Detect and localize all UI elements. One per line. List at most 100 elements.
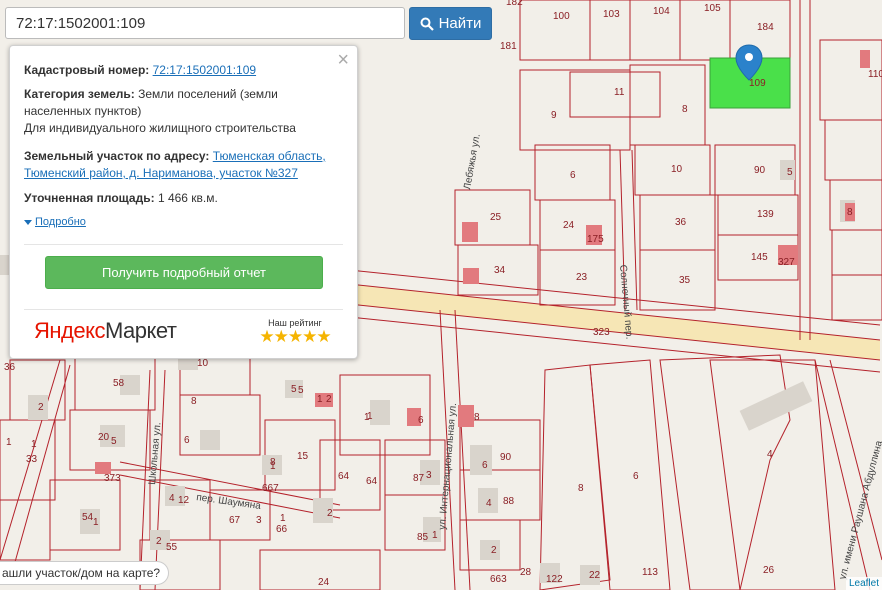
parcel-label: 55 — [166, 542, 178, 553]
parcel-label: 20 — [98, 432, 110, 443]
area-row: Уточненная площадь: 1 466 кв.м. — [24, 190, 344, 207]
parcel-label: 90 — [500, 452, 512, 463]
parcel-label: 1 — [432, 530, 438, 541]
parcel-label: 1 — [317, 394, 323, 405]
parcel-label: 24 — [318, 577, 330, 588]
parcel-label: 2 — [491, 545, 497, 556]
parcel-label: 23 — [576, 272, 588, 283]
parcel-info-popup: × Кадастровый номер: 72:17:1502001:109 К… — [9, 45, 358, 359]
parcel-label: 64 — [366, 476, 378, 487]
parcel-label: 8 — [474, 412, 480, 423]
cadastre-link[interactable]: 72:17:1502001:109 — [153, 63, 256, 77]
parcel-label: 105 — [704, 3, 721, 14]
parcel-label: 667 — [262, 483, 279, 494]
parcel-label: 122 — [546, 574, 563, 585]
category-row: Категория земель: Земли поселений (земли… — [24, 86, 344, 137]
parcel-label: 6 — [418, 415, 424, 426]
parcel-label: 3 — [426, 470, 432, 481]
parcel-label: 327 — [778, 257, 795, 268]
parcel-label: 181 — [500, 41, 517, 52]
divider — [24, 309, 343, 310]
parcel-label: 33 — [26, 454, 38, 465]
search-button[interactable]: Найти — [409, 7, 492, 40]
parcel-label: 373 — [104, 473, 121, 484]
parcel-label: 103 — [603, 9, 620, 20]
search-icon — [420, 17, 434, 31]
parcel-label: 8 — [847, 207, 853, 218]
parcel-label: 1 — [367, 411, 373, 422]
parcel-label: 67 — [229, 515, 241, 526]
parcel-label: 15 — [297, 451, 309, 462]
search-input[interactable] — [6, 8, 404, 38]
more-toggle[interactable]: Подробно — [24, 216, 86, 228]
triangle-down-icon — [24, 219, 32, 225]
parcel-label: 9 — [551, 110, 557, 121]
parcel-label: 1 — [280, 513, 286, 524]
parcel-label: 54 — [82, 512, 94, 523]
parcel-label: 36 — [4, 362, 16, 373]
parcel-label: 5 — [111, 436, 117, 447]
parcel-label: 66 — [276, 524, 288, 535]
feedback-prompt[interactable]: ашли участок/дом на карте? — [0, 561, 170, 585]
parcel-label: 10 — [671, 164, 683, 175]
parcel-label: 10 — [197, 358, 209, 369]
parcel-label: 28 — [520, 567, 532, 578]
parcel-label: 5 — [291, 384, 297, 395]
parcel-label: 24 — [563, 220, 575, 231]
parcel-label: 5 — [298, 385, 304, 396]
parcel-label: 25 — [490, 212, 502, 223]
parcel-label: 11 — [614, 87, 625, 98]
parcel-label: 184 — [757, 22, 774, 33]
parcel-label: 110 — [868, 69, 882, 80]
parcel-label: 4 — [767, 449, 773, 460]
parcel-label: 3 — [256, 515, 262, 526]
leaflet-attribution[interactable]: Leaflet — [845, 577, 882, 590]
parcel-label: 100 — [553, 11, 570, 22]
parcel-label: 4 — [169, 493, 175, 504]
parcel-label: 5 — [787, 167, 793, 178]
parcel-label: 87 — [413, 473, 425, 484]
parcel-label: 58 — [113, 378, 125, 389]
parcel-label: 36 — [675, 217, 687, 228]
parcel-label: 2 — [38, 402, 44, 413]
cadastre-row: Кадастровый номер: 72:17:1502001:109 — [24, 62, 344, 79]
logo-ya: Яндекс — [34, 318, 105, 343]
category-label: Категория земель: — [24, 87, 135, 101]
parcel-label: 6 — [184, 435, 190, 446]
parcel-label: 85 — [417, 532, 429, 543]
parcel-label: 8 — [270, 457, 276, 468]
parcel-label: 4 — [486, 498, 492, 509]
report-button[interactable]: Получить подробный отчет — [45, 256, 323, 289]
area-value: 1 466 кв.м. — [157, 191, 218, 205]
rating-widget[interactable]: Наш рейтинг ★★★★★ — [255, 318, 335, 346]
parcel-label: 26 — [763, 565, 775, 576]
parcel-label: 90 — [754, 165, 766, 176]
parcel-label: 12 — [178, 495, 190, 506]
parcel-label: 145 — [751, 252, 768, 263]
cadastre-label: Кадастровый номер: — [24, 63, 150, 77]
parcel-label: 2 — [326, 394, 332, 405]
parcel-label: 6 — [482, 460, 488, 471]
address-row: Земельный участок по адресу: Тюменская о… — [24, 148, 344, 182]
divider — [24, 244, 343, 245]
parcel-label: 88 — [503, 496, 515, 507]
parcel-label: 104 — [653, 6, 670, 17]
search-box — [5, 7, 405, 39]
parcel-label: 35 — [679, 275, 691, 286]
parcel-label: 113 — [642, 567, 658, 578]
yandex-market-logo[interactable]: ЯндексМаркет — [34, 318, 177, 344]
parcel-label: 109 — [749, 78, 766, 89]
search-button-label: Найти — [438, 15, 482, 32]
parcel-label: 6 — [570, 170, 576, 181]
parcel-label: 663 — [490, 574, 507, 585]
more-link[interactable]: Подробно — [35, 216, 86, 228]
parcel-label: 34 — [494, 265, 506, 276]
parcel-label: 8 — [578, 483, 584, 494]
logo-market: Маркет — [104, 318, 177, 343]
parcel-label: 64 — [338, 471, 350, 482]
address-label: Земельный участок по адресу: — [24, 149, 210, 163]
parcel-label: 2 — [156, 536, 162, 547]
parcel-label: 2 — [327, 508, 333, 519]
parcel-label: 1 — [31, 439, 37, 450]
star-rating-icon: ★★★★★ — [259, 327, 331, 346]
